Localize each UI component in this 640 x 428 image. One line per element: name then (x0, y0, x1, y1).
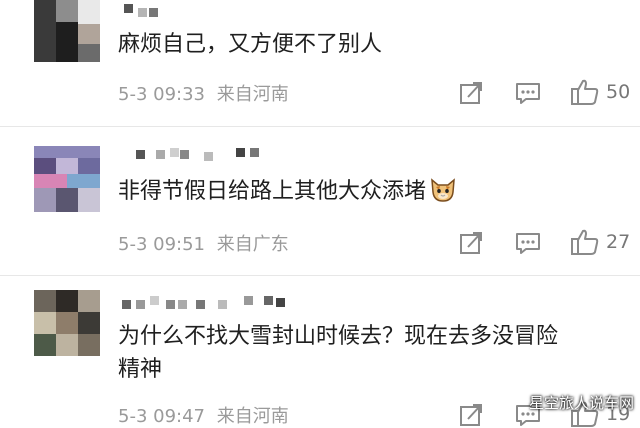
comment-location: 来自广东 (216, 234, 289, 255)
comment-text-content: 非得节假日给路上其他大众添堵 (118, 179, 427, 204)
comment-item: 非得节假日给路上其他大众添堵 5-3 09:51 来自广东 27 (0, 140, 640, 278)
thumbs-up-icon (571, 79, 599, 105)
comment-date: 5-3 09:51 (118, 234, 205, 255)
comment-bubble-icon (516, 83, 540, 104)
repost-button[interactable] (458, 80, 484, 106)
comment-text: 为什么不找大雪封山时候去？现在去多没冒险 精神 (118, 320, 628, 386)
comment-button[interactable] (514, 80, 542, 106)
like-count: 27 (606, 231, 631, 253)
comment-text-line: 精神 (118, 357, 163, 382)
repost-button[interactable] (458, 230, 484, 256)
comment-text-line: 为什么不找大雪封山时候去？现在去多没冒险 (118, 324, 559, 349)
comment-meta: 5-3 09:33 来自河南 (118, 80, 295, 106)
comment-meta: 5-3 09:51 来自广东 (118, 230, 295, 256)
thumbs-up-icon (571, 229, 599, 255)
share-edit-icon (460, 82, 482, 104)
comment-bubble-icon (516, 233, 540, 254)
like-count: 50 (606, 81, 631, 103)
divider (0, 126, 640, 127)
comment-location: 来自河南 (216, 84, 289, 105)
comment-button[interactable] (514, 230, 542, 256)
like-button[interactable] (570, 78, 600, 105)
comment-meta: 5-3 09:47 来自河南 (118, 402, 295, 428)
comment-item: 麻烦自己，又方便不了别人 5-3 09:33 来自河南 50 (0, 0, 640, 130)
comment-text: 非得节假日给路上其他大众添堵 (118, 174, 628, 214)
username-redacted[interactable] (118, 144, 278, 162)
username-redacted[interactable] (118, 4, 168, 22)
cat-face-emoji-icon (428, 174, 458, 214)
comment-text: 麻烦自己，又方便不了别人 (118, 32, 383, 57)
avatar[interactable] (34, 0, 100, 62)
divider (0, 275, 640, 276)
repost-button[interactable] (458, 402, 484, 428)
watermark: 星空旅人说车网 (528, 394, 634, 412)
avatar[interactable] (34, 146, 100, 212)
avatar[interactable] (34, 290, 100, 356)
comment-date: 5-3 09:33 (118, 84, 205, 105)
username-redacted[interactable] (118, 294, 308, 312)
like-button[interactable] (570, 228, 600, 255)
share-edit-icon (460, 232, 482, 254)
share-edit-icon (460, 404, 482, 426)
